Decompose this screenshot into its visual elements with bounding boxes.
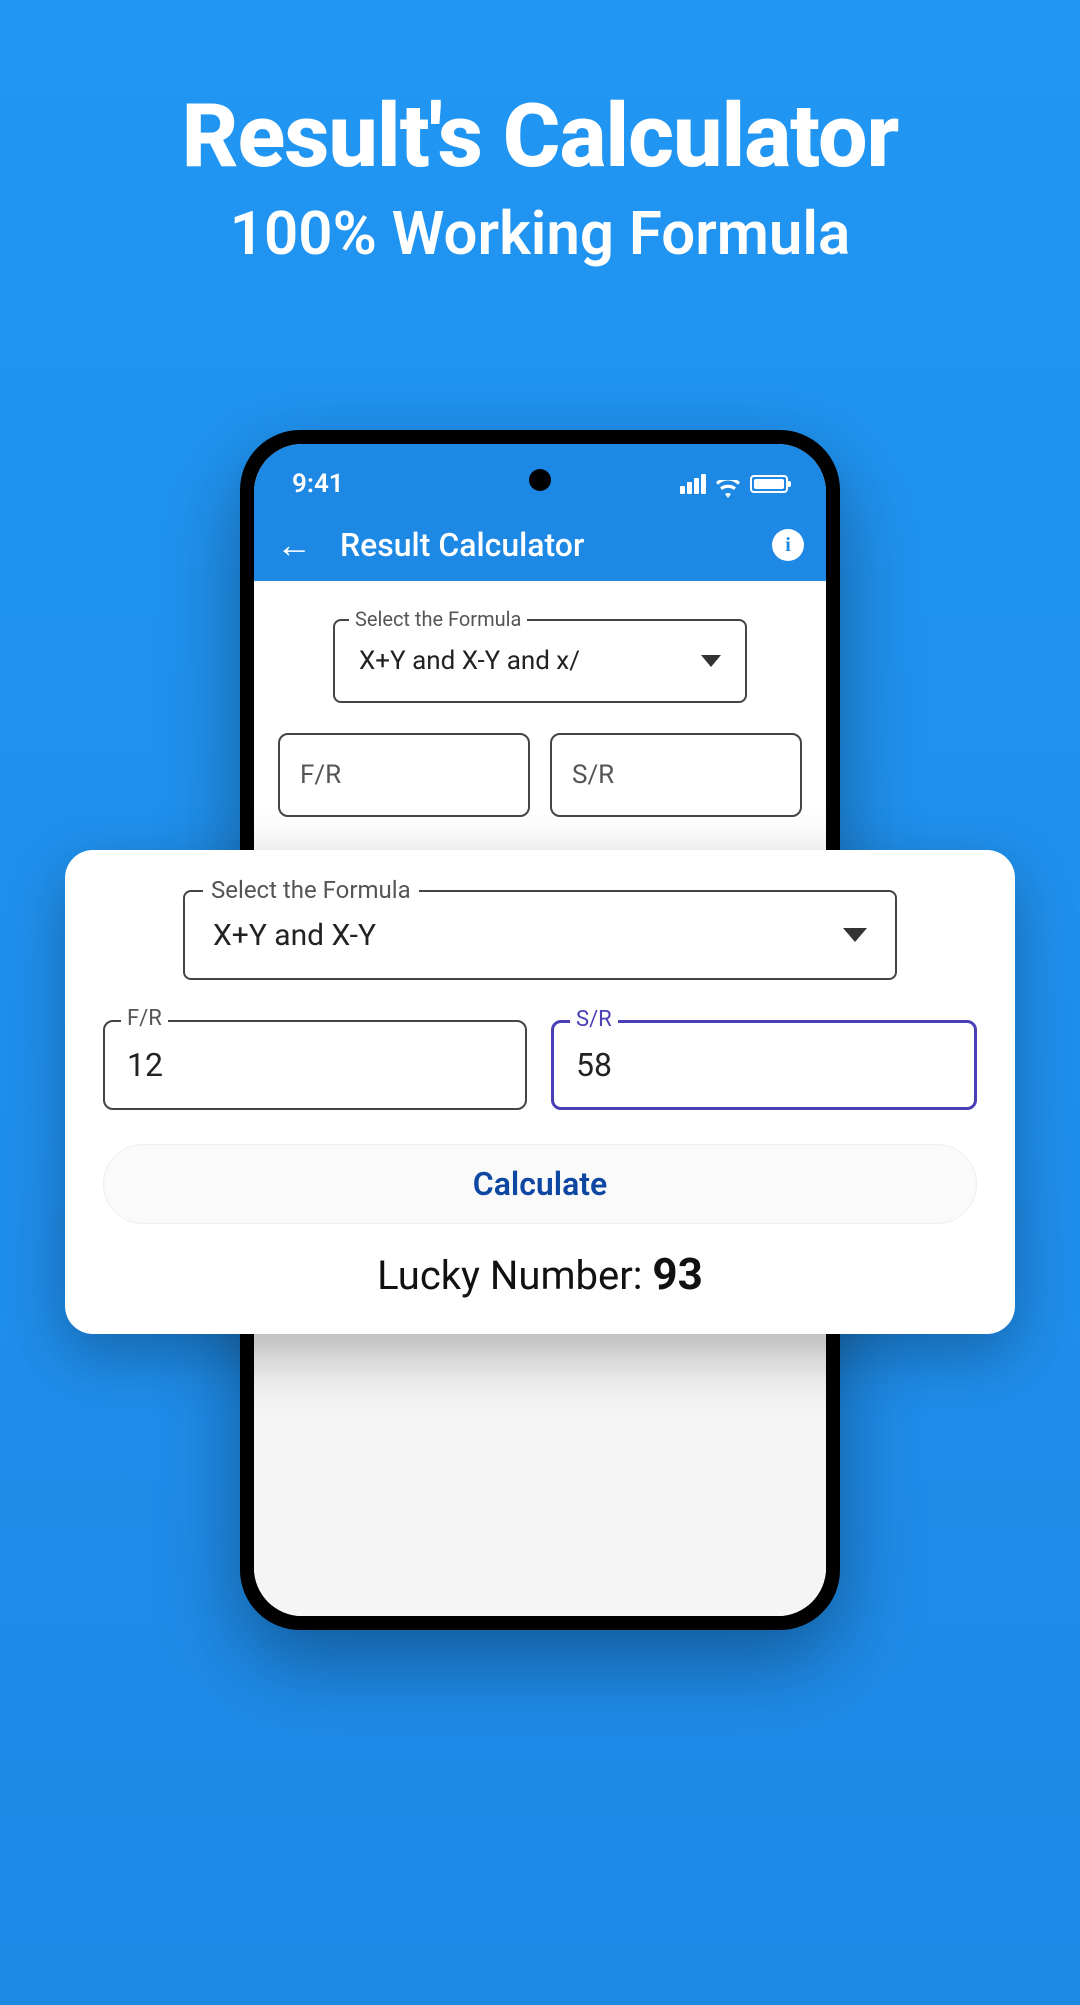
card-formula-dropdown[interactable]: Select the Formula X+Y and X-Y bbox=[183, 890, 897, 980]
card-formula-value: X+Y and X-Y bbox=[213, 918, 843, 953]
card-sr-input[interactable]: S/R 58 bbox=[551, 1020, 977, 1110]
card-fr-value: 12 bbox=[127, 1046, 163, 1084]
fr-input[interactable]: F/R bbox=[278, 733, 530, 817]
card-formula-legend: Select the Formula bbox=[203, 876, 419, 904]
card-sr-value: 58 bbox=[576, 1046, 612, 1084]
app-header: ← Result Calculator i bbox=[254, 509, 826, 581]
wifi-icon bbox=[716, 475, 740, 493]
status-icons bbox=[680, 474, 788, 494]
battery-icon bbox=[750, 475, 788, 493]
status-time: 9:41 bbox=[292, 469, 344, 499]
lucky-label: Lucky Number: bbox=[377, 1252, 652, 1299]
hero-subtitle: 100% Working Formula bbox=[0, 198, 1080, 269]
result-card: Select the Formula X+Y and X-Y F/R 12 S/… bbox=[65, 850, 1015, 1334]
signal-icon bbox=[680, 474, 706, 494]
card-fr-input[interactable]: F/R 12 bbox=[103, 1020, 527, 1110]
info-icon[interactable]: i bbox=[772, 529, 804, 561]
calculate-button[interactable]: Calculate bbox=[103, 1144, 977, 1224]
chevron-down-icon bbox=[843, 928, 867, 942]
lucky-value: 93 bbox=[652, 1248, 703, 1300]
card-fr-label: F/R bbox=[121, 1006, 168, 1031]
sr-input[interactable]: S/R bbox=[550, 733, 802, 817]
formula-selected-value: X+Y and X-Y and x/ bbox=[359, 646, 701, 676]
app-header-title: Result Calculator bbox=[340, 526, 744, 564]
chevron-down-icon bbox=[701, 655, 721, 667]
hero-title: Result's Calculator bbox=[0, 85, 1080, 188]
input-row: F/R S/R bbox=[278, 733, 802, 817]
back-arrow-icon[interactable]: ← bbox=[276, 524, 312, 566]
phone-content: Select the Formula X+Y and X-Y and x/ F/… bbox=[254, 581, 826, 845]
camera-dot bbox=[529, 469, 551, 491]
formula-legend: Select the Formula bbox=[349, 607, 527, 631]
card-sr-label: S/R bbox=[570, 1007, 618, 1032]
lucky-number-row: Lucky Number: 93 bbox=[103, 1248, 977, 1300]
card-input-row: F/R 12 S/R 58 bbox=[103, 1020, 977, 1110]
formula-dropdown[interactable]: Select the Formula X+Y and X-Y and x/ bbox=[333, 619, 747, 703]
